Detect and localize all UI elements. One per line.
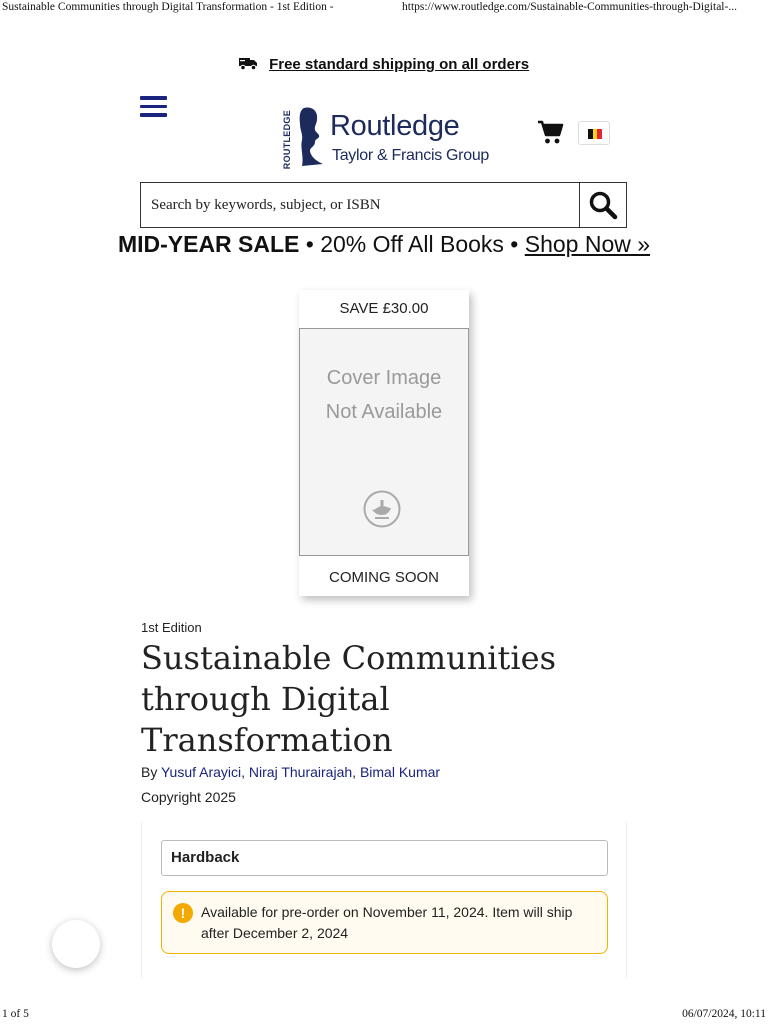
search-button[interactable]	[579, 183, 626, 227]
print-page-url: https://www.routledge.com/Sustainable-Co…	[402, 1, 737, 13]
sale-title: MID-YEAR SALE	[117, 231, 300, 257]
format-panel: Hardback ! Available for pre-order on No…	[141, 822, 627, 978]
truck-icon	[238, 58, 257, 71]
book-cover-card: SAVE £30.00 Cover Image Not Available CO…	[299, 290, 469, 596]
print-datetime: 06/07/2024, 10:11	[682, 1008, 766, 1020]
search-input[interactable]	[141, 183, 579, 227]
format-select[interactable]: Hardback	[161, 840, 608, 876]
copyright-year: Copyright 2025	[141, 789, 236, 805]
author-separator: ,	[352, 764, 360, 780]
print-footer: 1 of 5 06/07/2024, 10:11	[0, 1006, 768, 1024]
routledge-logo[interactable]: ROUTLEDGE Routledge Taylor & Francis Gro…	[280, 106, 490, 170]
book-title: Sustainable Communities through Digital …	[141, 639, 556, 759]
book-authors: By Yusuf Arayici, Niraj Thurairajah, Bim…	[141, 764, 440, 780]
exclamation-icon: !	[173, 903, 193, 923]
author-link[interactable]: Niraj Thurairajah	[249, 764, 352, 780]
author-link[interactable]: Yusuf Arayici	[161, 764, 241, 780]
sale-banner: MID-YEAR SALE • 20% Off All Books • Shop…	[0, 231, 768, 258]
book-edition: 1st Edition	[141, 620, 202, 635]
logo-vertical-text: ROUTLEDGE	[282, 110, 292, 170]
shopping-cart-icon[interactable]	[537, 120, 565, 146]
lamp-icon	[363, 490, 401, 528]
cover-placeholder-line2: Not Available	[325, 401, 443, 423]
search-icon	[589, 191, 618, 220]
hamburger-menu-icon[interactable]	[140, 96, 168, 120]
save-badge: SAVE £30.00	[339, 300, 429, 317]
region-selector-button[interactable]	[578, 121, 610, 145]
free-shipping-link[interactable]: Free standard shipping on all orders	[269, 56, 529, 73]
shipping-banner: Free standard shipping on all orders	[0, 56, 768, 73]
print-page-title: Sustainable Communities through Digital …	[2, 1, 334, 13]
print-page-number: 1 of 5	[2, 1008, 29, 1020]
belgium-flag-icon	[588, 129, 603, 139]
sale-offer: • 20% Off All Books •	[299, 231, 525, 257]
coming-soon-label: COMING SOON	[328, 569, 439, 586]
preorder-alert: ! Available for pre-order on November 11…	[161, 891, 608, 954]
cover-placeholder-line1: Cover Image	[326, 367, 442, 389]
logo-tagline: Taylor & Francis Group	[332, 147, 490, 164]
authors-by-label: By	[141, 764, 161, 780]
print-header: Sustainable Communities through Digital …	[0, 0, 768, 16]
routledge-head-icon	[299, 107, 323, 166]
search-bar	[140, 182, 627, 228]
logo-brand: Routledge	[330, 110, 460, 142]
cover-image-placeholder: Cover Image Not Available	[299, 328, 469, 556]
floating-action-button[interactable]	[52, 920, 100, 968]
author-separator: ,	[241, 764, 249, 780]
author-link[interactable]: Bimal Kumar	[360, 764, 440, 780]
shop-now-link[interactable]: Shop Now »	[525, 231, 650, 257]
preorder-alert-text: Available for pre-order on November 11, …	[201, 904, 573, 941]
